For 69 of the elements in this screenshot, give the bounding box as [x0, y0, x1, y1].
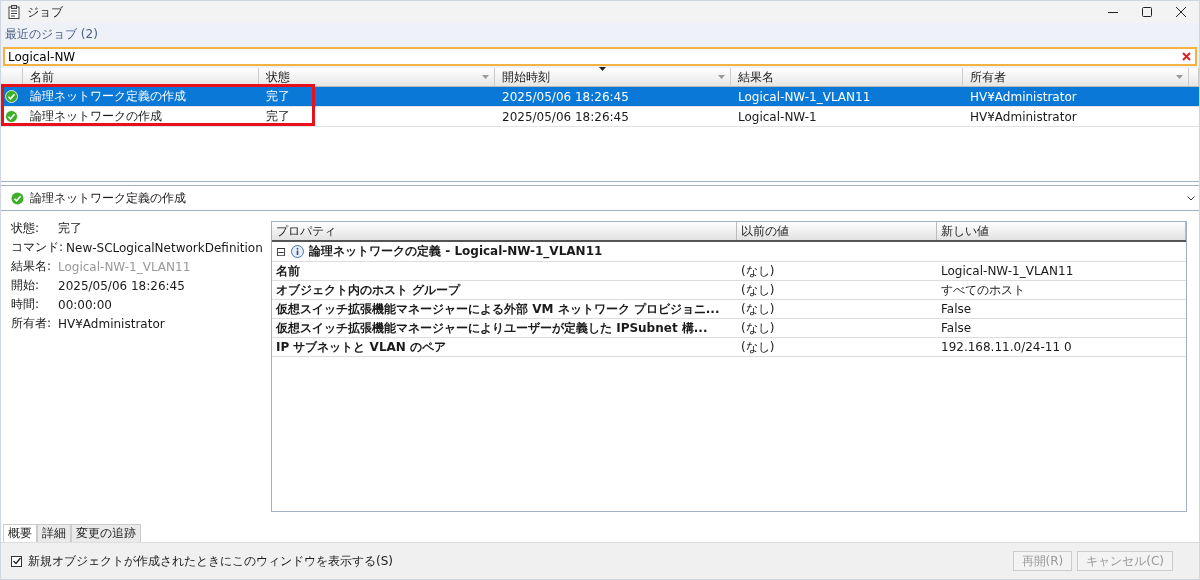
- table-cell: (なし): [741, 281, 775, 299]
- field-value: 2025/05/06 18:26:45: [58, 278, 185, 293]
- field-label: 時間:: [11, 296, 41, 313]
- tab[interactable]: 変更の追跡: [71, 524, 141, 542]
- table-cell: 論理ネットワークの作成: [30, 108, 162, 125]
- table-cell: HV¥Administrator: [970, 89, 1077, 104]
- dropdown-arrow-icon[interactable]: [718, 75, 725, 79]
- field-value: New-SCLogicalNetworkDefinition: [66, 240, 263, 255]
- field-value: 00:00:00: [58, 297, 112, 312]
- field-label: 状態:: [11, 220, 41, 237]
- table-cell: False: [941, 302, 972, 316]
- table-cell: Logical-NW-1_VLAN11: [941, 264, 1074, 278]
- search-field[interactable]: Logical-NW: [3, 47, 1197, 66]
- table-cell: Logical-NW-1_VLAN11: [738, 89, 871, 104]
- table-cell: (なし): [741, 262, 775, 280]
- property-name: IP サブネットと VLAN のペア: [276, 338, 447, 356]
- column-header[interactable]: 以前の値: [737, 222, 937, 240]
- field-label: 結果名:: [11, 258, 53, 275]
- job-row[interactable]: 論理ネットワーク定義の作成 完了 2025/05/06 18:26:45 Logical-NW-1_VLAN11 HV¥Administrator: [1, 87, 1199, 107]
- column-header[interactable]: 状態: [259, 68, 495, 86]
- property-name: オブジェクト内のホスト グループ: [276, 281, 461, 299]
- chevron-down-icon[interactable]: [1187, 195, 1195, 201]
- field-value: HV¥Administrator: [58, 316, 165, 331]
- info-icon: [291, 245, 305, 258]
- section-label: 最近のジョブ (2): [5, 25, 98, 43]
- group-title: 論理ネットワークの定義 - Logical-NW-1_VLAN11: [309, 243, 603, 260]
- clear-icon[interactable]: [1182, 52, 1191, 61]
- column-header[interactable]: 名前: [23, 68, 259, 86]
- table-cell: すべてのホスト: [941, 281, 1025, 299]
- check-circle-icon: [5, 110, 18, 123]
- dropdown-arrow-icon[interactable]: [482, 75, 489, 79]
- field-label: 開始:: [11, 277, 41, 294]
- table-cell: False: [941, 321, 972, 335]
- table-cell: 完了: [266, 108, 290, 125]
- field-label: コマンド:: [11, 239, 64, 256]
- column-header[interactable]: 結果名: [731, 68, 963, 86]
- table-cell: (なし): [741, 300, 775, 318]
- close-icon[interactable]: [1175, 6, 1187, 18]
- table-cell: 論理ネットワーク定義の作成: [30, 88, 186, 105]
- field-value: 完了: [58, 220, 82, 237]
- table-cell: 完了: [266, 88, 290, 105]
- tab[interactable]: 詳細: [37, 524, 71, 542]
- column-header[interactable]: プロパティ: [272, 222, 737, 240]
- field-label: 所有者:: [11, 315, 53, 332]
- table-cell: 2025/05/06 18:26:45: [502, 109, 629, 124]
- clipboard-icon: [8, 5, 20, 19]
- column-header[interactable]: 所有者: [963, 68, 1189, 86]
- table-cell: (なし): [741, 338, 775, 356]
- column-header[interactable]: 新しい値: [937, 222, 1186, 240]
- table-cell: 192.168.11.0/24-11 0: [941, 340, 1072, 354]
- detail-title: 論理ネットワーク定義の作成: [30, 189, 186, 207]
- property-name: 仮想スイッチ拡張機能マネージャーによりユーザーが定義した IPSubnet 構...: [276, 319, 708, 337]
- checkbox-label: 新規オブジェクトが作成されたときにこのウィンドウを表示する(S): [28, 552, 393, 570]
- maximize-icon[interactable]: [1141, 6, 1153, 18]
- property-name: 仮想スイッチ拡張機能マネージャーによる外部 VM ネットワーク プロビジョニ...: [276, 300, 720, 318]
- job-row[interactable]: 論理ネットワークの作成 完了 2025/05/06 18:26:45 Logical-NW-1 HV¥Administrator: [1, 107, 1199, 127]
- property-name: 名前: [276, 262, 300, 280]
- table-cell: Logical-NW-1: [738, 109, 817, 124]
- table-cell: (なし): [741, 319, 775, 337]
- check-circle-icon: [5, 90, 18, 103]
- tab[interactable]: 概要: [3, 524, 37, 542]
- column-header[interactable]: 開始時刻: [495, 68, 731, 86]
- window-title: ジョブ: [27, 3, 63, 21]
- checkbox[interactable]: [11, 555, 22, 567]
- table-cell: HV¥Administrator: [970, 109, 1077, 124]
- check-circle-icon: [11, 191, 24, 205]
- expander-toggle[interactable]: ⊟: [276, 244, 287, 259]
- dropdown-arrow-icon[interactable]: [1176, 75, 1183, 79]
- table-cell: 2025/05/06 18:26:45: [502, 89, 629, 104]
